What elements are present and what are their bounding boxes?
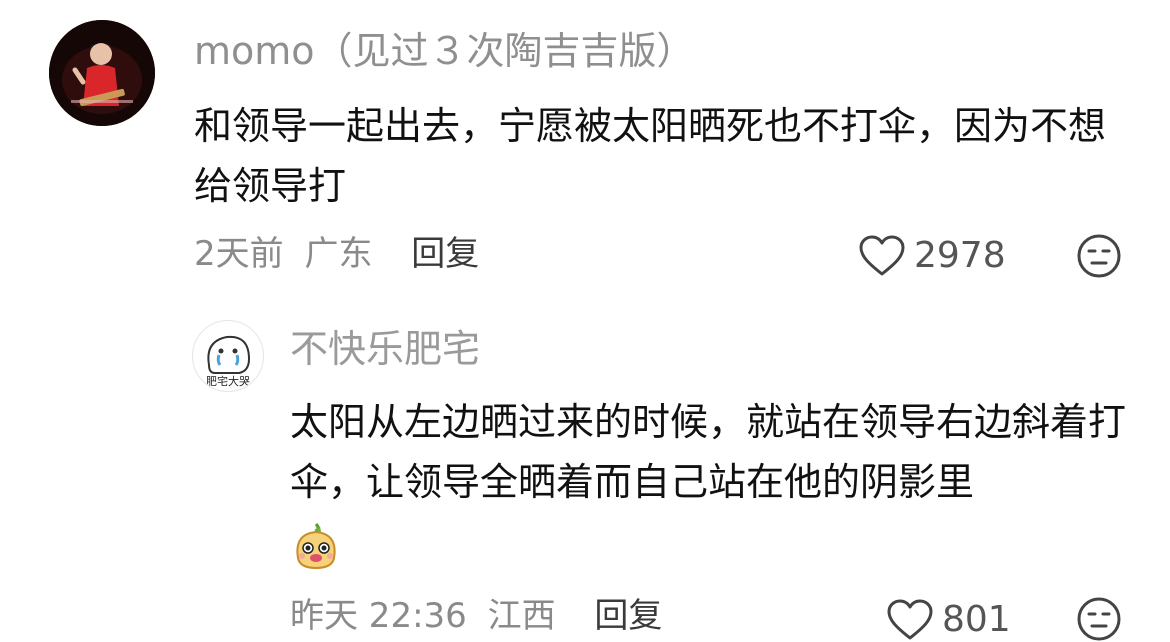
- comment-like-button[interactable]: 2978: [858, 234, 1006, 278]
- comment-text: 和领导一起出去，宁愿被太阳晒死也不打伞，因为不想给领导打: [194, 104, 1107, 208]
- reply-location: 江西: [487, 596, 556, 636]
- cute-blob-sticker-icon: [296, 522, 336, 570]
- reply-meta: 昨天 22:36 江西 回复: [290, 594, 662, 638]
- comment-username[interactable]: momo（见过３次陶吉吉版）: [194, 28, 695, 74]
- reply-like-count: 801: [942, 599, 1011, 640]
- user-avatar-icon: [49, 20, 155, 126]
- comment-location: 广东: [304, 234, 373, 274]
- reply-time: 昨天 22:36: [290, 596, 467, 636]
- reply-username[interactable]: 不快乐肥宅: [290, 326, 480, 372]
- reply-reply-button[interactable]: 回复: [594, 596, 662, 636]
- heart-outline-icon: [859, 235, 905, 276]
- reply-text: 太阳从左边晒过来的时候，就站在领导右边斜着打伞，让领导全晒着而自己站在他的阴影里: [290, 400, 1127, 504]
- neutral-face-icon[interactable]: [1076, 596, 1122, 642]
- user-avatar[interactable]: [49, 20, 155, 126]
- comment-reply-button[interactable]: 回复: [411, 234, 479, 274]
- comment-like-count: 2978: [914, 235, 1006, 276]
- crying-blob-avatar-icon: 肥宅大哭: [206, 335, 251, 388]
- reply-like-button[interactable]: 801: [886, 598, 1011, 642]
- comment-time: 2天前: [194, 234, 284, 274]
- reply-user-avatar[interactable]: 肥宅大哭: [192, 320, 264, 392]
- comment-meta: 2天前 广东 回复: [194, 232, 479, 276]
- neutral-face-icon[interactable]: [1076, 233, 1122, 279]
- avatar-caption: 肥宅大哭: [206, 374, 250, 388]
- heart-outline-icon: [887, 599, 933, 640]
